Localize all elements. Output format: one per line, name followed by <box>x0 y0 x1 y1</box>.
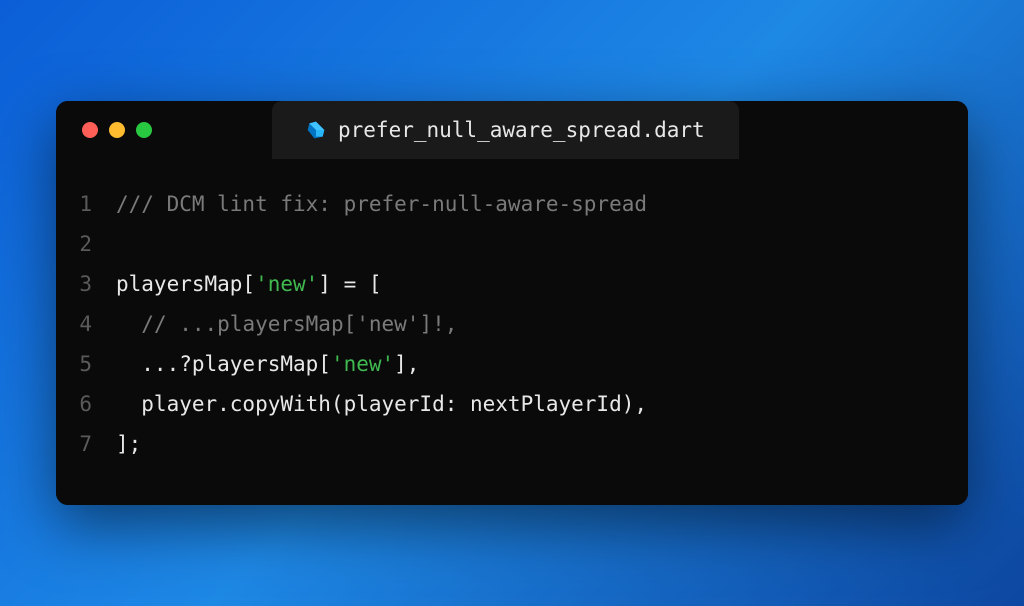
code-line: 4 // ...playersMap['new']!, <box>76 305 948 345</box>
code-token: /// DCM lint fix: prefer-null-aware-spre… <box>116 192 647 216</box>
code-line: 6 player.copyWith(playerId: nextPlayerId… <box>76 385 948 425</box>
code-content: ...?playersMap['new'], <box>116 345 419 385</box>
maximize-button[interactable] <box>136 122 152 138</box>
code-editor[interactable]: 1/// DCM lint fix: prefer-null-aware-spr… <box>56 159 968 504</box>
code-line: 1/// DCM lint fix: prefer-null-aware-spr… <box>76 185 948 225</box>
code-token <box>116 312 141 336</box>
code-token: 'new' <box>255 272 318 296</box>
code-token: ]; <box>116 432 141 456</box>
line-number: 2 <box>76 225 116 265</box>
code-line: 7]; <box>76 425 948 465</box>
file-tab[interactable]: prefer_null_aware_spread.dart <box>272 101 739 159</box>
code-token: ], <box>394 352 419 376</box>
code-content: player.copyWith(playerId: nextPlayerId), <box>116 385 647 425</box>
code-token: player.copyWith(playerId: nextPlayerId), <box>116 392 647 416</box>
code-content: /// DCM lint fix: prefer-null-aware-spre… <box>116 185 647 225</box>
minimize-button[interactable] <box>109 122 125 138</box>
code-line: 2 <box>76 225 948 265</box>
line-number: 6 <box>76 385 116 425</box>
code-token: // ...playersMap['new']!, <box>141 312 457 336</box>
line-number: 4 <box>76 305 116 345</box>
titlebar: prefer_null_aware_spread.dart <box>56 101 968 159</box>
code-line: 5 ...?playersMap['new'], <box>76 345 948 385</box>
code-token: ] = [ <box>318 272 381 296</box>
tab-filename: prefer_null_aware_spread.dart <box>338 118 705 142</box>
line-number: 3 <box>76 265 116 305</box>
code-content: playersMap['new'] = [ <box>116 265 382 305</box>
code-line: 3playersMap['new'] = [ <box>76 265 948 305</box>
line-number: 7 <box>76 425 116 465</box>
editor-window: prefer_null_aware_spread.dart 1/// DCM l… <box>56 101 968 504</box>
line-number: 1 <box>76 185 116 225</box>
code-token: 'new' <box>331 352 394 376</box>
code-content: ]; <box>116 425 141 465</box>
code-content: // ...playersMap['new']!, <box>116 305 457 345</box>
window-controls <box>56 122 152 138</box>
line-number: 5 <box>76 345 116 385</box>
close-button[interactable] <box>82 122 98 138</box>
code-token: playersMap[ <box>116 272 255 296</box>
dart-icon <box>306 120 326 140</box>
code-token: ...?playersMap[ <box>116 352 331 376</box>
